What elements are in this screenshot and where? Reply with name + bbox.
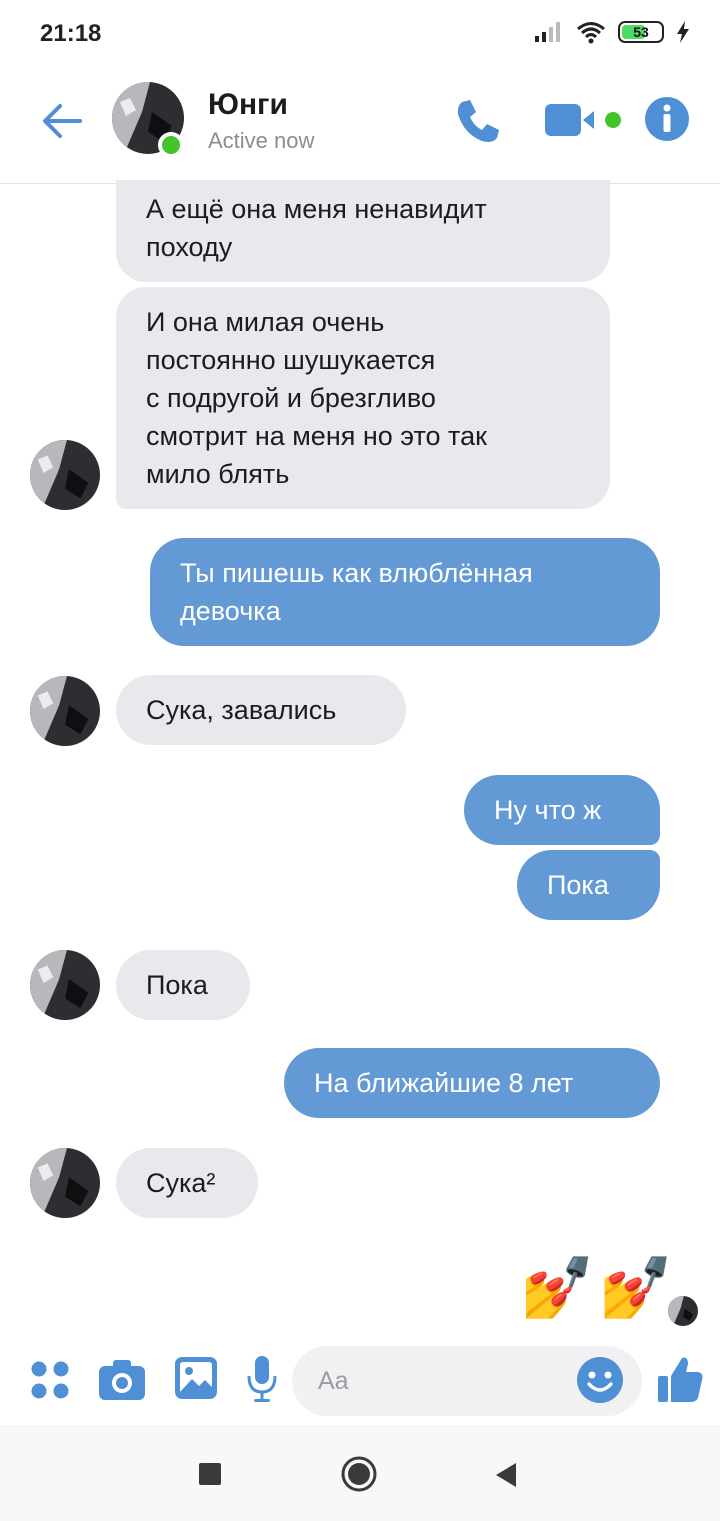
message-incoming[interactable]: Сука, завались (116, 675, 406, 745)
battery-icon: 53 (618, 21, 664, 43)
status-icons: 53 (534, 20, 690, 44)
back-nav-button[interactable] (494, 1461, 518, 1489)
signal-icon (535, 22, 560, 42)
menu-grid-icon[interactable] (30, 1360, 70, 1400)
microphone-icon[interactable] (246, 1354, 278, 1404)
charging-icon (677, 21, 689, 43)
home-button[interactable] (340, 1455, 378, 1493)
back-arrow-icon[interactable] (38, 96, 88, 146)
phone-icon[interactable] (452, 96, 502, 146)
online-indicator (158, 132, 184, 158)
battery-level: 53 (633, 24, 649, 40)
message-incoming[interactable]: Пока (116, 950, 250, 1020)
status-time: 21:18 (40, 20, 102, 47)
wifi-icon (577, 22, 605, 44)
contact-avatar-small[interactable] (30, 950, 100, 1020)
message-incoming[interactable]: А ещё она меня ненавидит походу (116, 180, 610, 282)
contact-name[interactable]: Юнги (208, 88, 288, 122)
like-icon[interactable] (656, 1354, 704, 1404)
recents-button[interactable] (199, 1463, 221, 1485)
emoji-icon[interactable] (576, 1356, 624, 1404)
contact-avatar-small[interactable] (30, 676, 100, 746)
message-composer: Aa (0, 1340, 720, 1426)
system-navigation-bar (0, 1426, 720, 1521)
camera-icon[interactable] (98, 1358, 146, 1402)
gallery-icon[interactable] (174, 1356, 218, 1400)
contact-status: Active now (208, 128, 315, 153)
conversation-header: Юнги Active now (0, 70, 720, 184)
emoji-message[interactable]: 💅💅 (520, 1250, 677, 1326)
contact-avatar-small[interactable] (30, 1148, 100, 1218)
message-incoming[interactable]: Сука² (116, 1148, 258, 1218)
message-incoming[interactable]: И она милая очень постоянно шушукается с… (116, 287, 610, 509)
contact-avatar-small[interactable] (30, 440, 100, 510)
message-outgoing[interactable]: Ну что ж (464, 775, 660, 845)
message-outgoing[interactable]: Пока (517, 850, 660, 920)
message-outgoing[interactable]: На ближайшие 8 лет (284, 1048, 660, 1118)
message-input-placeholder: Aa (318, 1366, 349, 1395)
status-bar: 21:18 53 (0, 0, 720, 70)
video-call-icon[interactable] (544, 100, 626, 140)
message-outgoing[interactable]: Ты пишешь как влюблённая девочка (150, 538, 660, 646)
seen-avatar (668, 1296, 698, 1326)
info-icon[interactable] (644, 96, 690, 142)
